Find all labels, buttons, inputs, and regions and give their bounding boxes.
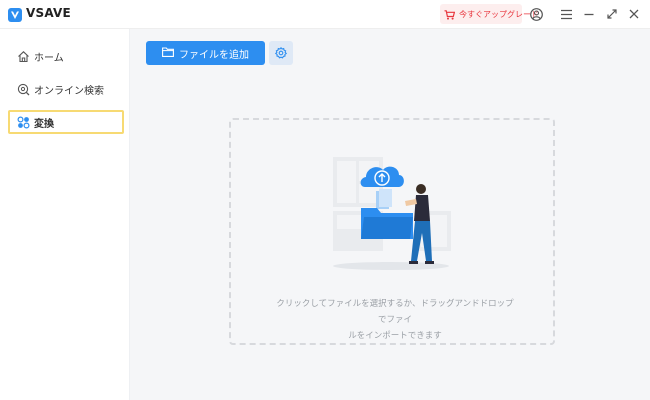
home-icon xyxy=(17,50,30,63)
add-file-label: ファイルを追加 xyxy=(179,49,249,61)
drop-zone-hint-line: クリックしてファイルを選択するか、ドラッグアンドドロップでファイ xyxy=(276,299,514,325)
search-icon xyxy=(17,83,30,96)
minimize-icon[interactable] xyxy=(582,7,596,21)
sidebar-item-home[interactable]: ホーム xyxy=(8,44,124,68)
app-logo-icon xyxy=(8,7,22,22)
app-title: VSAVE xyxy=(26,6,71,20)
file-drop-zone[interactable]: クリックしてファイルを選択するか、ドラッグアンドドロップでファイ ルをインポート… xyxy=(229,118,555,345)
settings-button[interactable] xyxy=(269,41,293,65)
main-panel: ファイルを追加 クリックしてファイルを選択するか、ドラッグアンドドロップでファイ… xyxy=(130,29,650,400)
upgrade-label: 今すぐアップグレード xyxy=(459,9,539,19)
title-bar: VSAVE 今すぐアップグレード xyxy=(0,0,650,29)
sidebar: ホーム オンライン検索 変換 xyxy=(0,29,130,400)
sidebar-item-online-search[interactable]: オンライン検索 xyxy=(8,77,124,101)
maximize-icon[interactable] xyxy=(605,7,619,21)
add-file-button[interactable]: ファイルを追加 xyxy=(146,41,265,65)
sidebar-item-label: オンライン検索 xyxy=(34,85,104,97)
user-icon[interactable] xyxy=(529,7,543,21)
menu-icon[interactable] xyxy=(559,7,573,21)
close-icon[interactable] xyxy=(627,7,641,21)
drop-zone-hint: クリックしてファイルを選択するか、ドラッグアンドドロップでファイ ルをインポート… xyxy=(275,296,515,344)
sidebar-item-convert[interactable]: 変換 xyxy=(8,110,124,134)
convert-icon xyxy=(17,115,30,129)
drop-zone-hint-line: ルをインポートできます xyxy=(348,331,442,341)
upload-illustration-icon xyxy=(331,153,453,275)
sidebar-item-label: 変換 xyxy=(34,118,54,130)
sidebar-item-label: ホーム xyxy=(34,52,64,64)
cart-icon xyxy=(444,5,456,24)
upgrade-button[interactable]: 今すぐアップグレード xyxy=(440,4,539,24)
gear-icon xyxy=(274,44,288,63)
folder-icon xyxy=(162,46,174,60)
